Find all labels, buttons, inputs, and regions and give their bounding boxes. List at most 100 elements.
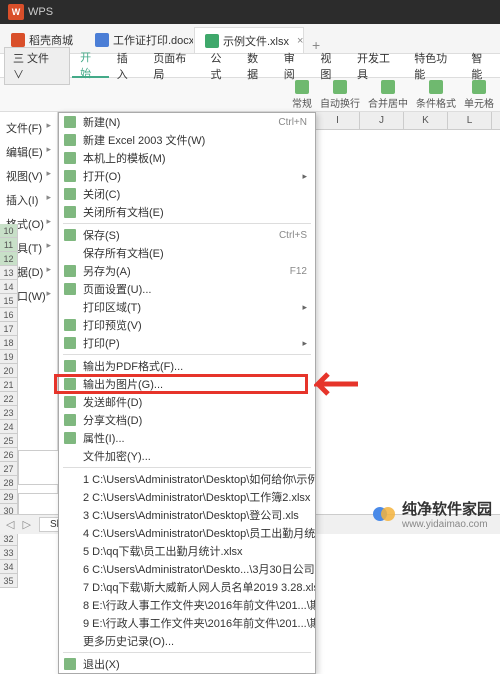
menu-item[interactable]: 本机上的模板(M) [59,149,315,167]
toolbar-item[interactable]: 合并居中 [368,80,408,110]
menu-item[interactable]: 打印预览(V) [59,316,315,334]
row-number[interactable]: 14 [0,280,18,294]
menu-item[interactable]: 1 C:\Users\Administrator\Desktop\如何给你\示例… [59,470,315,488]
file-menu-button[interactable]: 三 文件 ∨ [4,47,70,85]
chevron-right-icon: ▸ [46,168,51,184]
row-number[interactable]: 25 [0,434,18,448]
row-number[interactable]: 21 [0,378,18,392]
classic-menu-item[interactable]: 插入(I)▸ [0,188,57,212]
toolbar-item[interactable]: 单元格 [464,80,494,110]
menu-item-icon [64,188,76,200]
menu-item[interactable]: 保存所有文档(E) [59,244,315,262]
row-number[interactable]: 19 [0,350,18,364]
menu-item[interactable]: 新建(N)Ctrl+N [59,113,315,131]
menu-item[interactable]: 页面设置(U)... [59,280,315,298]
menu-item[interactable]: 打印(P)▸ [59,334,315,352]
menu-item[interactable]: 8 E:\行政人事工作文件夹\2016年前文件\201...\斯大威人事报表20… [59,596,315,614]
toolbar-item[interactable]: 常规 [292,80,312,110]
menu-item[interactable]: 输出为PDF格式(F)... [59,357,315,375]
menu-item[interactable]: 退出(X) [59,655,315,673]
ribbon-tab[interactable]: 视图 [312,54,349,78]
menu-item-icon [64,170,76,182]
row-number[interactable]: 15 [0,294,18,308]
column-headers: IJKL [316,112,500,130]
menu-item-label: 新建 Excel 2003 文件(W) [83,132,205,148]
menu-item[interactable]: 3 C:\Users\Administrator\Desktop\登公司.xls [59,506,315,524]
menu-item[interactable]: 输出为图片(G)... [59,375,315,393]
menu-item[interactable]: 新建 Excel 2003 文件(W) [59,131,315,149]
row-number[interactable]: 27 [0,462,18,476]
ribbon-tab[interactable]: 审阅 [276,54,313,78]
watermark-url: www.yidaimao.com [402,519,492,530]
menu-item-icon [64,229,76,241]
row-number[interactable]: 28 [0,476,18,490]
submenu-arrow-icon: ▸ [302,338,307,349]
classic-menu-item[interactable]: 视图(V)▸ [0,164,57,188]
ribbon-tab[interactable]: 智能 [463,54,500,78]
row-number[interactable]: 22 [0,392,18,406]
menu-item[interactable]: 关闭(C) [59,185,315,203]
classic-menu-label: 视图(V) [6,168,43,184]
menu-item-label: 1 C:\Users\Administrator\Desktop\如何给你\示例… [83,471,315,487]
menu-item[interactable]: 5 D:\qq下载\员工出勤月统计.xlsx [59,542,315,560]
column-header[interactable]: J [360,112,404,129]
menu-item[interactable]: 2 C:\Users\Administrator\Desktop\工作簿2.xl… [59,488,315,506]
row-number[interactable]: 35 [0,574,18,588]
row-number[interactable]: 29 [0,490,18,504]
menu-item[interactable]: 关闭所有文档(E) [59,203,315,221]
toolbar-item[interactable]: 条件格式 [416,80,456,110]
menu-item[interactable]: 打开(O)▸ [59,167,315,185]
row-number[interactable]: 24 [0,420,18,434]
menu-item[interactable]: 属性(I)... [59,429,315,447]
row-number[interactable]: 33 [0,546,18,560]
menu-item-label: 分享文档(D) [83,412,142,428]
ribbon-tab[interactable]: 数据 [239,54,276,78]
toolbar-icon [295,80,309,94]
column-header[interactable]: I [316,112,360,129]
menu-item[interactable]: 9 E:\行政人事工作文件夹\2016年前文件\201...\斯大威人事报表20… [59,614,315,632]
menu-item[interactable]: 更多历史记录(O)... [59,632,315,650]
menu-item[interactable]: 文件加密(Y)... [59,447,315,465]
ribbon-tab[interactable]: 页面布局 [145,54,202,78]
row-number[interactable]: 20 [0,364,18,378]
menu-item[interactable]: 打印区域(T)▸ [59,298,315,316]
column-header[interactable]: L [448,112,492,129]
row-number[interactable]: 11 [0,238,18,252]
ribbon-tab[interactable]: 插入 [109,54,146,78]
sheet-nav-next-icon[interactable]: ▷ [22,518,30,531]
classic-menu-item[interactable]: 编辑(E)▸ [0,140,57,164]
ribbon-tab[interactable]: 特色功能 [406,54,463,78]
sheet-nav-prev-icon[interactable]: ◁ [6,518,14,531]
row-number[interactable]: 12 [0,252,18,266]
classic-menu-item[interactable]: 文件(F)▸ [0,116,57,140]
ribbon-tab[interactable]: 开发工具 [349,54,406,78]
row-number[interactable]: 23 [0,406,18,420]
toolbar-label: 条件格式 [416,95,456,110]
close-icon[interactable]: × [297,35,303,47]
menu-separator [63,354,311,355]
row-number[interactable]: 34 [0,560,18,574]
menu-item-icon [64,378,76,390]
menu-item[interactable]: 7 D:\qq下载\斯大威新人网人员名单2019 3.28.xlsx [59,578,315,596]
menu-item-label: 关闭(C) [83,186,120,202]
row-number[interactable]: 10 [0,224,18,238]
menu-item[interactable]: 另存为(A)F12 [59,262,315,280]
column-header[interactable]: K [404,112,448,129]
classic-menu-label: 文件(F) [6,120,42,136]
menu-item-label: 2 C:\Users\Administrator\Desktop\工作簿2.xl… [83,489,310,505]
menu-item[interactable]: 4 C:\Users\Administrator\Desktop\员工出勤月统计… [59,524,315,542]
row-number[interactable]: 26 [0,448,18,462]
menu-item-icon [64,134,76,146]
toolbar-item[interactable]: 自动换行 [320,80,360,110]
ribbon-tab[interactable]: 开始 [72,54,109,78]
menu-item[interactable]: 保存(S)Ctrl+S [59,226,315,244]
row-number[interactable]: 32 [0,532,18,546]
row-number[interactable]: 18 [0,336,18,350]
menu-item[interactable]: 分享文档(D) [59,411,315,429]
menu-item[interactable]: 发送邮件(D) [59,393,315,411]
row-number[interactable]: 17 [0,322,18,336]
row-number[interactable]: 16 [0,308,18,322]
menu-item[interactable]: 6 C:\Users\Administrator\Deskto...\3月30日… [59,560,315,578]
row-number[interactable]: 13 [0,266,18,280]
ribbon-tab[interactable]: 公式 [203,54,240,78]
